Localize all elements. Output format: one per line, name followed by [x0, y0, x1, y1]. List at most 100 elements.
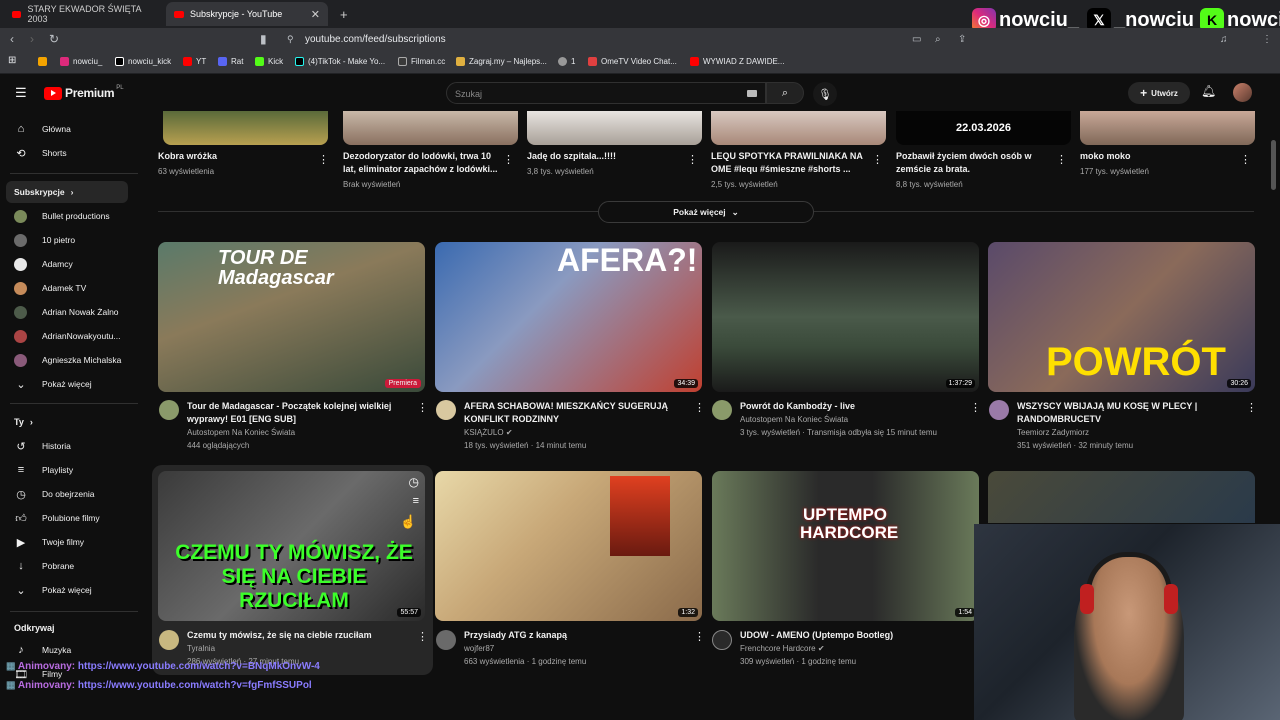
short-thumbnail[interactable] — [527, 111, 702, 145]
video-thumbnail[interactable] — [988, 471, 1255, 523]
reload-icon[interactable]: ↻ — [49, 32, 59, 46]
short-title[interactable]: Jadę do szpitala...!!!! — [527, 150, 682, 163]
channel-name[interactable]: Autostopem Na Koniec Świata — [187, 426, 412, 439]
bookmark-item[interactable]: YT — [183, 57, 206, 66]
sidebar-item-subscriptions[interactable]: Subskrypcje › — [6, 181, 128, 203]
sidebar-item-your-videos[interactable]: ▶ Twoje filmy — [6, 531, 128, 553]
more-options-icon[interactable]: ⋮ — [970, 401, 981, 414]
bookmark-icon[interactable]: ▮ — [260, 32, 267, 46]
channel-avatar[interactable] — [989, 400, 1009, 420]
show-more-button[interactable]: Pokaż więcej ⌄ — [598, 201, 814, 223]
sidebar-item-liked[interactable]: 👍︎ Polubione filmy — [6, 507, 128, 529]
keyboard-icon[interactable] — [747, 90, 757, 97]
short-thumbnail[interactable] — [163, 111, 328, 145]
bookmark-item[interactable]: nowciu_ — [60, 57, 102, 66]
add-to-queue-icon[interactable]: ≡ — [413, 495, 419, 507]
menu-icon[interactable]: ⋮ — [1262, 34, 1272, 45]
more-options-icon[interactable]: ⋮ — [1240, 153, 1251, 166]
sidebar-channel[interactable]: Adamek TV — [6, 277, 128, 299]
channel-avatar[interactable] — [712, 400, 732, 420]
video-thumbnail[interactable]: 1:32 — [435, 471, 702, 621]
more-options-icon[interactable]: ⋮ — [694, 630, 705, 643]
sidebar-show-more[interactable]: ⌄ Pokaż więcej — [6, 373, 128, 395]
chat-link[interactable]: https://www.youtube.com/watch?v=fgFmfSSU… — [78, 680, 312, 691]
video-title[interactable]: AFERA SCHABOWA! MIESZKAŃCY SUGERUJĄ KONF… — [464, 400, 689, 426]
voice-search-button[interactable]: 🎙 — [813, 82, 837, 106]
sidebar-item-home[interactable]: ⌂ Główna — [6, 118, 128, 140]
video-thumbnail[interactable]: 1:37:29 — [712, 242, 979, 392]
music-icon[interactable]: ♫ — [1220, 34, 1228, 45]
short-title[interactable]: Pozbawił życiem dwóch osób w zemście za … — [896, 150, 1051, 176]
channel-avatar[interactable] — [436, 400, 456, 420]
channel-avatar[interactable] — [159, 400, 179, 420]
sidebar-item-history[interactable]: ↺ Historia — [6, 435, 128, 457]
channel-name[interactable]: Teemiorz Zadymiorz — [1017, 426, 1242, 439]
video-title[interactable]: Tour de Madagascar - Początek kolejnej w… — [187, 400, 412, 426]
forward-icon[interactable]: › — [30, 32, 34, 46]
sidebar-item-downloads[interactable]: ↓ Pobrane — [6, 555, 128, 577]
short-title[interactable]: Dezodoryzator do lodówki, trwa 10 lat, e… — [343, 150, 498, 176]
channel-name[interactable]: KSIĄŻULO — [464, 428, 504, 437]
tab-stary-ekwador[interactable]: STARY EKWADOR ŚWIĘTA 2003 — [4, 2, 164, 26]
video-title[interactable]: Czemu ty mówisz, że się na ciebie rzucił… — [187, 629, 412, 642]
more-options-icon[interactable]: ⋮ — [872, 153, 883, 166]
site-info-icon[interactable]: ⚲ — [287, 34, 294, 45]
sidebar-channel[interactable]: Bullet productions — [6, 205, 128, 227]
more-options-icon[interactable]: ⋮ — [318, 153, 329, 166]
more-options-icon[interactable]: ⋮ — [503, 153, 514, 166]
sidebar-show-more[interactable]: ⌄ Pokaż więcej — [6, 579, 128, 601]
channel-name[interactable]: wojfer87 — [464, 642, 689, 655]
video-thumbnail[interactable]: AFERA?! 34:39 — [435, 242, 702, 392]
sidebar-channel[interactable]: 10 pietro — [6, 229, 128, 251]
short-thumbnail[interactable] — [1080, 111, 1255, 145]
short-title[interactable]: LEQU SPOTYKA PRAWILNIAKA NA OME #lequ #ś… — [711, 150, 866, 176]
bookmark-item[interactable]: Kick — [255, 57, 283, 66]
new-tab-icon[interactable]: + — [332, 2, 356, 26]
bookmark-item[interactable]: Filman.cc — [398, 57, 445, 66]
tab-subskrypcje[interactable]: Subskrypcje - YouTube ✕ — [166, 2, 328, 26]
chat-link[interactable]: https://www.youtube.com/watch?v=BNqMkOnv… — [78, 661, 320, 672]
apps-icon[interactable]: ⊞ — [8, 55, 16, 66]
zoom-icon[interactable]: ⌕ — [935, 34, 941, 45]
sidebar-channel[interactable]: Adamcy — [6, 253, 128, 275]
channel-avatar[interactable] — [436, 630, 456, 650]
more-options-icon[interactable]: ⋮ — [694, 401, 705, 414]
video-title[interactable]: UDOW - AMENO (Uptempo Bootleg) — [740, 629, 965, 642]
short-thumbnail[interactable]: 22.03.2026 — [896, 111, 1071, 145]
video-thumbnail[interactable]: POWRÓT 30:26 — [988, 242, 1255, 392]
sidebar-channel[interactable]: Agnieszka Michalska — [6, 349, 128, 371]
bookmark-item[interactable]: Rat — [218, 57, 243, 66]
channel-name[interactable]: Autostopem Na Koniec Świata — [740, 413, 965, 426]
more-options-icon[interactable]: ⋮ — [1056, 153, 1067, 166]
url-field[interactable]: youtube.com/feed/subscriptions — [305, 34, 446, 45]
back-icon[interactable]: ‹ — [10, 32, 14, 46]
bookmark-item[interactable]: OmeTV Video Chat... — [588, 57, 677, 66]
share-icon[interactable]: ⇪ — [958, 34, 966, 45]
short-title[interactable]: moko moko — [1080, 150, 1235, 163]
cast-icon[interactable]: ▭ — [912, 34, 921, 45]
short-thumbnail[interactable] — [711, 111, 886, 145]
notifications-bell-icon[interactable]: 🔔︎ — [1201, 84, 1216, 98]
bookmark-item[interactable]: nowciu_kick — [115, 57, 171, 66]
short-thumbnail[interactable] — [343, 111, 518, 145]
watch-later-icon[interactable]: ◷ — [409, 475, 419, 489]
bookmark-item[interactable]: Zagraj.my – Najleps... — [456, 57, 547, 66]
sidebar-item-watch-later[interactable]: ◷ Do obejrzenia — [6, 483, 128, 505]
more-options-icon[interactable]: ⋮ — [687, 153, 698, 166]
video-thumbnail[interactable]: TOUR DE Madagascar Premiera — [158, 242, 425, 392]
close-tab-icon[interactable]: ✕ — [311, 8, 320, 21]
create-button[interactable]: + Utwórz — [1128, 82, 1190, 104]
hamburger-menu-icon[interactable]: ☰ — [15, 85, 27, 101]
bookmark-item[interactable]: 1 — [558, 57, 575, 66]
sidebar-item-shorts[interactable]: ⟲ Shorts — [6, 142, 128, 164]
sidebar-channel[interactable]: AdrianNowakyoutu... — [6, 325, 128, 347]
search-input[interactable]: Szukaj — [446, 82, 766, 104]
video-thumbnail[interactable]: CZEMU TY MÓWISZ, ŻE SIĘ NA CIEBIE RZUCIŁ… — [158, 471, 425, 621]
sidebar-item-music[interactable]: ♪ Muzyka — [6, 639, 128, 661]
video-thumbnail[interactable]: UPTEMPO HARDCORE 1:54 — [712, 471, 979, 621]
scrollbar-thumb[interactable] — [1271, 140, 1276, 190]
channel-name[interactable]: Frenchcore Hardcore — [740, 644, 816, 653]
youtube-logo[interactable]: Premium PL — [44, 85, 124, 100]
sidebar-channel[interactable]: Adrian Nowak Żalno — [6, 301, 128, 323]
more-options-icon[interactable]: ⋮ — [417, 401, 428, 414]
